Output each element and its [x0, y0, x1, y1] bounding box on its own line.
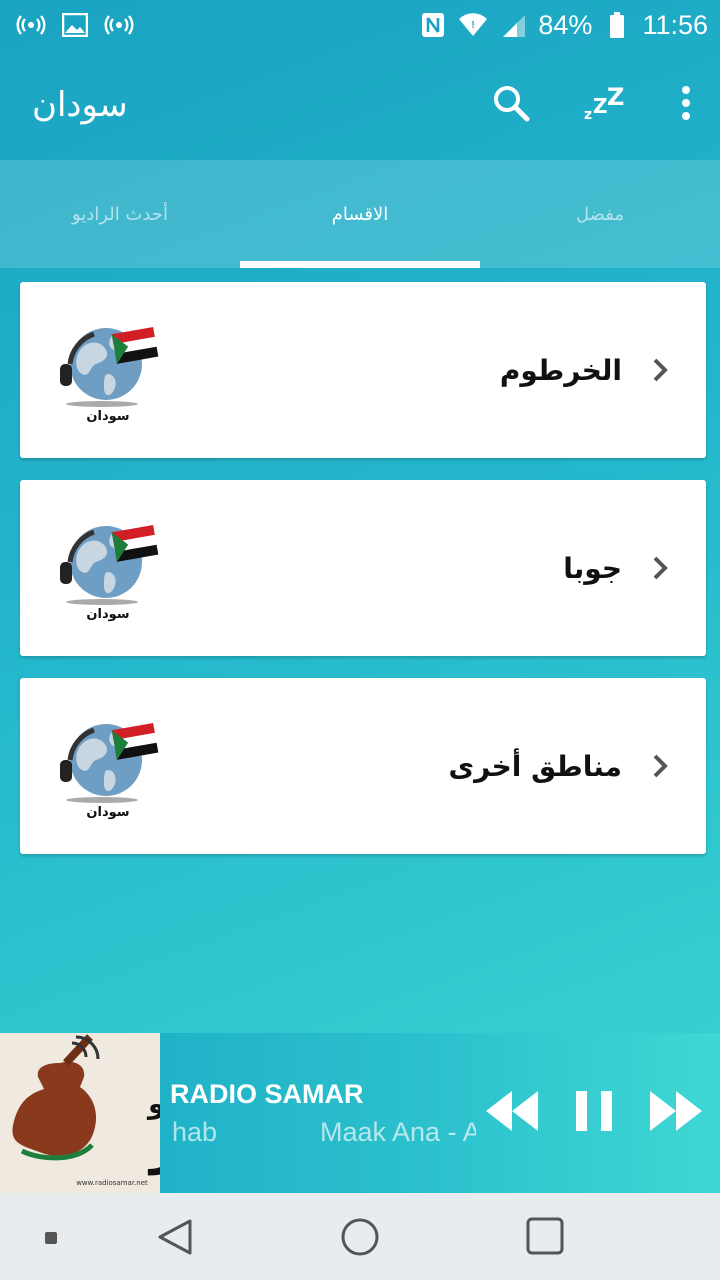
- chevron-right-icon: [653, 556, 668, 580]
- radio-signal-icon: [104, 10, 134, 40]
- pause-icon[interactable]: [574, 1089, 614, 1133]
- chevron-right-icon: [653, 358, 668, 382]
- battery-icon: [602, 10, 632, 40]
- page-title: سودان: [32, 85, 128, 125]
- back-icon[interactable]: [156, 1217, 194, 1257]
- svg-text:www.radiosamar.net: www.radiosamar.net: [76, 1179, 148, 1187]
- clock: 11:56: [642, 9, 708, 40]
- station-name: RADIO SAMAR: [170, 1079, 364, 1109]
- logo-caption: سودان: [86, 409, 129, 424]
- search-icon[interactable]: [492, 84, 530, 126]
- sudan-radio-logo: سودان: [60, 525, 159, 622]
- station-artwork[interactable]: راديو سمر www.radiosamar.net: [0, 1033, 160, 1193]
- image-icon: [60, 10, 90, 40]
- tab-bar: أحدث الراديو الاقسام مفضل: [0, 160, 720, 268]
- svg-text:!: !: [472, 20, 475, 31]
- radio-signal-icon: [16, 10, 46, 40]
- fast-forward-icon[interactable]: [648, 1089, 704, 1133]
- category-item-juba[interactable]: سودان جوبا: [20, 480, 706, 656]
- track-title-part: hab: [172, 1117, 218, 1147]
- cell-signal-icon: [498, 10, 528, 40]
- chevron-right-icon: [653, 754, 668, 778]
- wifi-icon: !: [458, 10, 488, 40]
- recents-icon[interactable]: [526, 1217, 564, 1255]
- svg-text:z: z: [584, 107, 592, 121]
- tab-latest-radio[interactable]: أحدث الراديو: [0, 160, 240, 268]
- tab-categories[interactable]: الاقسام: [240, 160, 480, 268]
- category-item-khartoum[interactable]: سودان الخرطوم: [20, 282, 706, 458]
- sudan-radio-logo: سودان: [60, 327, 159, 424]
- system-nav-bar: [0, 1193, 720, 1280]
- battery-percent: 84%: [538, 9, 593, 40]
- sudan-radio-logo: سودان: [60, 723, 159, 820]
- svg-text:Z: Z: [607, 85, 624, 111]
- svg-text:Z: Z: [593, 94, 608, 118]
- app-bar: سودان zZZ: [0, 50, 720, 160]
- category-name: جوبا: [563, 551, 622, 585]
- mini-player[interactable]: راديو سمر www.radiosamar.net RADIO SAMAR…: [0, 1033, 720, 1193]
- nfc-icon: [418, 10, 448, 40]
- sleep-timer-icon[interactable]: zZZ: [584, 83, 626, 125]
- rewind-icon[interactable]: [484, 1089, 540, 1133]
- category-list: سودان الخرطوم سودان جوبا سودان مناطق أخر…: [20, 282, 706, 876]
- status-bar: ! 84% 11:56: [0, 0, 720, 50]
- radio-samar-logo: راديو سمر www.radiosamar.net: [0, 1033, 160, 1193]
- notification-dot-icon[interactable]: [44, 1231, 58, 1245]
- track-title-marquee: hab Maak Ana - A: [170, 1117, 476, 1157]
- tab-favorites[interactable]: مفضل: [480, 160, 720, 268]
- category-item-other-regions[interactable]: سودان مناطق أخرى: [20, 678, 706, 854]
- track-title-part: Maak Ana - A: [320, 1117, 476, 1147]
- logo-caption: سودان: [86, 805, 129, 820]
- category-name: مناطق أخرى: [448, 749, 623, 783]
- category-name: الخرطوم: [499, 353, 622, 387]
- logo-caption: سودان: [86, 607, 129, 622]
- more-options-icon[interactable]: [680, 85, 692, 125]
- home-icon[interactable]: [340, 1217, 380, 1257]
